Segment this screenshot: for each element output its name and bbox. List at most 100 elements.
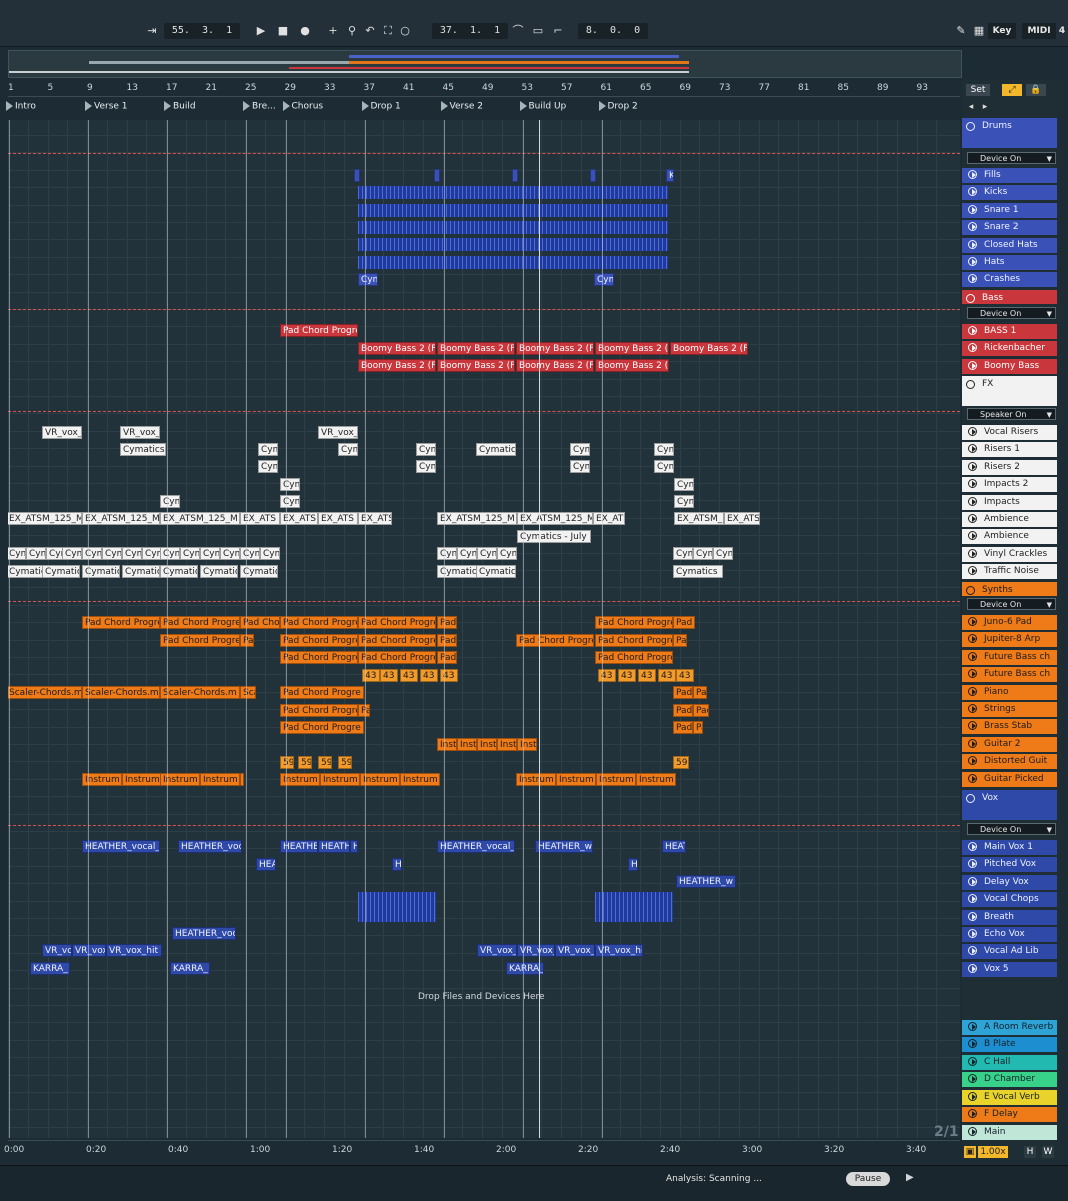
clip[interactable]: Pad Chord Progre <box>280 651 358 664</box>
clip[interactable] <box>512 169 518 182</box>
fold-icon[interactable] <box>966 294 975 303</box>
clip[interactable]: Cym <box>416 460 436 473</box>
track-activator-icon[interactable] <box>968 859 977 869</box>
clip[interactable]: Pad Chord Progre <box>595 651 673 664</box>
clip[interactable]: Cym <box>180 547 200 560</box>
clip[interactable]: VR_vox_ <box>477 944 517 957</box>
lock-icon[interactable]: 🔒 <box>1026 84 1046 96</box>
clip[interactable]: Cym <box>160 547 180 560</box>
clip[interactable]: Pad Chord Progre <box>673 634 687 647</box>
track-header[interactable]: Delay Vox <box>962 874 1057 890</box>
track-header[interactable]: BASS 1 <box>962 324 1057 339</box>
track-activator-icon[interactable] <box>968 1074 977 1084</box>
clip[interactable]: Pad Chord Progre <box>160 616 240 629</box>
clip[interactable]: Cym <box>693 547 713 560</box>
clip[interactable]: Pad Chord Progre <box>673 721 693 734</box>
track-header[interactable]: Impacts 2 <box>962 477 1057 493</box>
track-header[interactable]: Brass Stab <box>962 719 1057 735</box>
clip[interactable]: Cym <box>280 495 300 508</box>
clip[interactable]: Cym <box>457 547 477 560</box>
locator-5[interactable]: Drop 1 <box>361 101 401 112</box>
clip[interactable]: EX_ATSM_125_M <box>517 512 593 525</box>
clip[interactable]: Pad Chord Progre <box>358 651 436 664</box>
clip[interactable]: Cym <box>570 443 590 456</box>
track-header[interactable]: Boomy Bass <box>962 358 1057 374</box>
track-activator-icon[interactable] <box>968 634 977 644</box>
track-activator-icon[interactable] <box>968 274 977 284</box>
clip[interactable]: Cymatics <box>122 565 160 578</box>
clip[interactable] <box>434 169 440 182</box>
track-header[interactable]: Rickenbacher <box>962 341 1057 357</box>
track-activator-icon[interactable] <box>968 531 977 541</box>
clip[interactable]: KARRA_ <box>30 962 70 975</box>
fold-icon[interactable] <box>966 586 975 595</box>
track-header[interactable]: Kicks <box>962 185 1057 201</box>
key-map-button[interactable]: Key <box>988 23 1016 39</box>
track-header[interactable]: Impacts <box>962 494 1057 510</box>
prev-arrow-icon[interactable]: ◂ <box>966 101 976 112</box>
clip[interactable]: EX_ATSM_125_M <box>437 512 517 525</box>
clip[interactable]: VR_vox_ <box>555 944 595 957</box>
clip[interactable]: Pad Chord Progre <box>280 634 358 647</box>
track-header[interactable]: Risers 1 <box>962 442 1057 458</box>
capture-icon[interactable]: ⛶ <box>380 23 396 39</box>
track-header[interactable]: Distorted Guit <box>962 754 1057 770</box>
return-track[interactable]: B Plate <box>962 1037 1057 1053</box>
clip[interactable]: VR_vox_ <box>318 426 358 439</box>
clip[interactable]: VR_vox_ <box>72 944 106 957</box>
group-track-drums[interactable]: Drums <box>962 118 1057 148</box>
track-activator-icon[interactable] <box>968 738 977 748</box>
locator-0[interactable]: Intro <box>6 101 36 112</box>
clip[interactable]: Pad Chord Progre <box>280 616 358 629</box>
arrangement-position[interactable]: 55. 3. 1 <box>164 23 240 39</box>
clip[interactable]: HEATHER_ <box>318 840 350 853</box>
track-activator-icon[interactable] <box>968 911 977 921</box>
track-activator-icon[interactable] <box>968 963 977 973</box>
track-activator-icon[interactable] <box>968 514 977 523</box>
clip[interactable]: Cym <box>570 460 590 473</box>
clip[interactable]: Boomy Bass 2 (Fr <box>516 359 594 372</box>
midi-clip[interactable] <box>358 186 668 199</box>
clip[interactable]: Pad Chord Progre <box>437 616 457 629</box>
track-header[interactable]: Traffic Noise <box>962 564 1057 580</box>
clip[interactable]: Pad Chord Progre <box>437 634 457 647</box>
track-header[interactable]: Ambience <box>962 529 1057 545</box>
return-track[interactable]: A Room Reverb <box>962 1020 1057 1035</box>
clip[interactable]: Cymatics - July 2 <box>517 530 591 543</box>
clip[interactable]: Scaler-Chords.m <box>82 686 160 699</box>
main-track[interactable]: Main <box>962 1125 1057 1140</box>
track-activator-icon[interactable] <box>968 876 977 886</box>
clip[interactable]: Pad Chord Progre <box>280 704 358 717</box>
clip[interactable]: EX_ATSM_125_M <box>674 512 724 525</box>
clip[interactable]: Cym <box>713 547 733 560</box>
play-icon[interactable]: ▶ <box>252 23 270 39</box>
clip[interactable]: EX_ATS <box>593 512 625 525</box>
track-header[interactable]: Closed Hats <box>962 237 1057 253</box>
clip[interactable]: Pad Chord Progre <box>693 686 707 699</box>
track-header[interactable]: Risers 2 <box>962 459 1057 475</box>
clip[interactable]: Cym <box>654 460 674 473</box>
clip[interactable]: EX_ATSM_125_M <box>160 512 240 525</box>
clip[interactable]: Scaler-Chords.m <box>160 686 240 699</box>
track-header[interactable]: Breath <box>962 909 1057 925</box>
locator-4[interactable]: Chorus <box>282 101 323 112</box>
clip[interactable]: Pad Chord Progre <box>160 634 240 647</box>
clip[interactable]: Cym <box>260 547 280 560</box>
record-icon[interactable]: ● <box>296 23 314 39</box>
group-track-vox[interactable]: Vox <box>962 790 1057 820</box>
clip[interactable]: EX_ATS <box>358 512 392 525</box>
group-track-synths[interactable]: Synths <box>962 582 1057 596</box>
track-activator-icon[interactable] <box>968 427 977 436</box>
track-activator-icon[interactable] <box>968 894 977 904</box>
track-header[interactable]: Echo Vox <box>962 927 1057 942</box>
arrangement-overview[interactable] <box>8 50 962 78</box>
locator-6[interactable]: Verse 2 <box>440 101 483 112</box>
clip[interactable]: Cym <box>497 547 517 560</box>
locator-3[interactable]: Bre... <box>243 101 276 112</box>
track-activator-icon[interactable] <box>968 1039 977 1049</box>
clip[interactable]: Instrum <box>160 773 200 786</box>
clip[interactable]: 43 <box>420 669 438 682</box>
clip[interactable]: Inst <box>437 738 457 751</box>
clip[interactable]: Pad Chord Progre <box>516 634 594 647</box>
add-icon[interactable]: + <box>326 23 340 39</box>
